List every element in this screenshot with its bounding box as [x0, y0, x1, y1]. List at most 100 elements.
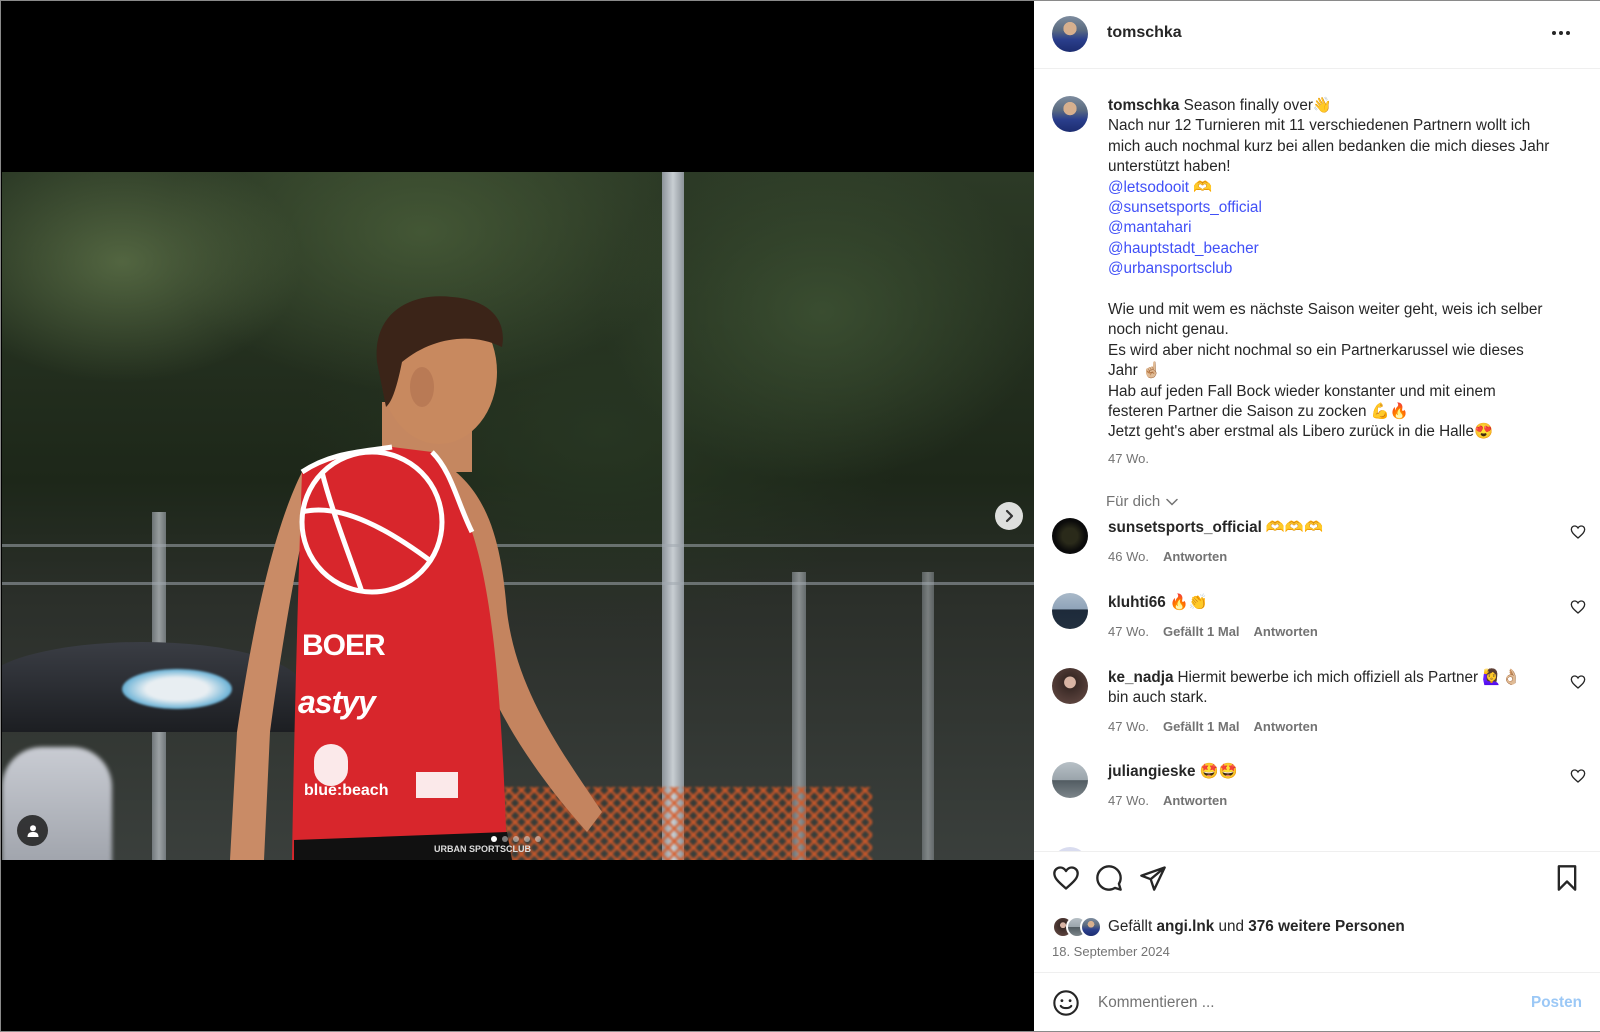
comment-username[interactable]: juliangieske — [1108, 763, 1196, 780]
post-header: tomschka — [1034, 1, 1600, 69]
comment-username[interactable]: sunsetsports_official — [1108, 519, 1262, 536]
caption-text: Season finally over👋 — [1183, 97, 1332, 114]
avatar[interactable] — [1052, 518, 1088, 554]
caption-text: noch nicht genau. — [1108, 321, 1229, 339]
post-author-username[interactable]: tomschka — [1107, 24, 1182, 42]
post-media: BOER astyy blue:beach URBAN SPORTSCLUB — [2, 1, 1034, 1031]
next-slide-button[interactable] — [995, 502, 1023, 530]
heart-icon[interactable] — [1570, 524, 1586, 540]
avatar[interactable] — [1052, 96, 1088, 132]
carousel-dot — [524, 836, 530, 842]
comment-meta: 47 Wo. Gefällt 1 Mal Antworten — [1108, 624, 1318, 639]
comment-timestamp[interactable]: 46 Wo. — [1108, 549, 1149, 564]
avatar — [1080, 916, 1102, 938]
smiley-icon[interactable] — [1052, 989, 1080, 1017]
jersey-text: blue:beach — [304, 782, 389, 799]
comment-body: kluhti66 🔥👏 — [1108, 593, 1538, 613]
comment-bubble-icon[interactable] — [1095, 864, 1123, 892]
likes-joiner: und — [1218, 918, 1245, 935]
comment-input[interactable] — [1098, 990, 1498, 1016]
likes-prefix: Gefällt — [1108, 918, 1153, 935]
comment-timestamp[interactable]: 47 Wo. — [1108, 793, 1149, 808]
comment-sort-label: Für dich — [1106, 493, 1161, 510]
reply-button[interactable]: Antworten — [1254, 719, 1318, 734]
jersey-text: astyy — [298, 684, 376, 720]
comment-meta: 46 Wo. Antworten — [1108, 549, 1227, 564]
mention-link[interactable]: @mantahari — [1108, 218, 1588, 238]
comment-sort-dropdown[interactable]: Für dich — [1106, 493, 1178, 510]
mention-link[interactable]: @sunsetsports_official — [1108, 198, 1588, 218]
likes-summary: Gefällt angi.lnk und 376 weitere Persone… — [1052, 916, 1405, 938]
likes-count[interactable]: 376 weitere Personen — [1248, 918, 1404, 935]
shorts-text: URBAN SPORTSCLUB — [434, 844, 532, 854]
comment-likes[interactable]: Gefällt 1 Mal — [1163, 719, 1240, 734]
avatar[interactable] — [1052, 16, 1088, 52]
caption-username[interactable]: tomschka — [1108, 97, 1179, 114]
mention-link[interactable]: @urbansportsclub — [1108, 259, 1588, 279]
heart-icon[interactable] — [1570, 674, 1586, 690]
avatar[interactable] — [1052, 593, 1088, 629]
caption-text: mich auch nochmal kurz bei allen bedanke… — [1108, 137, 1550, 155]
caption-timestamp[interactable]: 47 Wo. — [1108, 451, 1149, 466]
caption-text: Jahr ☝🏼 — [1108, 362, 1162, 380]
mention-link[interactable]: @letsodooit 🫶 — [1108, 178, 1588, 198]
carousel-dot — [535, 836, 541, 842]
heart-icon[interactable] — [1052, 864, 1080, 892]
comment-body: juliangieske 🤩🤩 — [1108, 762, 1538, 782]
comment-item: sunsetsports_official 🫶🫶🫶 46 Wo. Antworte… — [1034, 518, 1600, 578]
comment-body: sunsetsports_official 🫶🫶🫶 — [1108, 518, 1538, 538]
chevron-down-icon — [1166, 498, 1178, 506]
person-icon — [27, 824, 38, 837]
likes-text: Gefällt angi.lnk und 376 weitere Persone… — [1108, 918, 1405, 936]
comment-timestamp[interactable]: 47 Wo. — [1108, 624, 1149, 639]
avatar[interactable] — [1052, 762, 1088, 798]
comment-text: 🔥👏 — [1169, 594, 1208, 611]
caption-text: unterstützt haben! — [1108, 158, 1231, 176]
comments-list[interactable]: tomschka Season finally over👋 Nach nur 1… — [1034, 70, 1600, 851]
heart-icon[interactable] — [1570, 768, 1586, 784]
reply-button[interactable]: Antworten — [1254, 624, 1318, 639]
paper-plane-icon[interactable] — [1139, 864, 1167, 892]
comment-text: 🫶🫶🫶 — [1265, 519, 1323, 536]
athlete-figure — [230, 296, 602, 860]
caption-text: Es wird aber nicht nochmal so ein Partne… — [1108, 341, 1524, 359]
comment-composer: Posten — [1034, 972, 1600, 1031]
avatar[interactable] — [1052, 668, 1088, 704]
heart-icon[interactable] — [1570, 599, 1586, 615]
jersey-text: BOER — [302, 629, 386, 662]
carousel-dot — [491, 836, 497, 842]
comment-meta: 47 Wo. Antworten — [1108, 793, 1227, 808]
chevron-right-icon — [1005, 509, 1014, 523]
comment-item: juliangieske 🤩🤩 47 Wo. Antworten — [1034, 762, 1600, 822]
reply-button[interactable]: Antworten — [1163, 793, 1227, 808]
post-side-panel: tomschka tomschka Season finally over👋 N… — [1034, 1, 1600, 1031]
post-actions: Gefällt angi.lnk und 376 weitere Persone… — [1034, 851, 1600, 971]
more-horizontal-icon — [1552, 31, 1570, 35]
caption-first-line: tomschka Season finally over👋 — [1108, 96, 1588, 116]
comment-username[interactable]: ke_nadja — [1108, 669, 1173, 686]
liker-username[interactable]: angi.lnk — [1156, 918, 1214, 935]
post-date[interactable]: 18. September 2024 — [1052, 944, 1170, 959]
post-modal: BOER astyy blue:beach URBAN SPORTSCLUB t… — [0, 0, 1600, 1032]
reply-button[interactable]: Antworten — [1163, 549, 1227, 564]
carousel-dot — [502, 836, 508, 842]
comment-meta: 47 Wo. Gefällt 1 Mal Antworten — [1108, 719, 1318, 734]
bookmark-icon[interactable] — [1553, 864, 1581, 892]
caption-text: Wie und mit wem es nächste Saison weiter… — [1108, 301, 1543, 319]
caption-text: Jetzt geht's aber erstmal als Libero zur… — [1108, 423, 1494, 441]
comment-timestamp[interactable]: 47 Wo. — [1108, 719, 1149, 734]
comment-username[interactable]: kluhti66 — [1108, 594, 1166, 611]
user-tags-button[interactable] — [17, 815, 48, 846]
caption-text: Nach nur 12 Turnieren mit 11 verschieden… — [1108, 117, 1531, 135]
comment-body: ke_nadja Hiermit bewerbe ich mich offizie… — [1108, 668, 1538, 709]
comment-item: ke_nadja Hiermit bewerbe ich mich offizie… — [1034, 668, 1600, 748]
post-comment-button[interactable]: Posten — [1531, 994, 1582, 1012]
comment-likes[interactable]: Gefällt 1 Mal — [1163, 624, 1240, 639]
caption-text: festeren Partner die Saison zu zocken 💪🔥 — [1108, 403, 1409, 421]
carousel-indicator — [491, 836, 541, 842]
comment-item: kluhti66 🔥👏 47 Wo. Gefällt 1 Mal Antworte… — [1034, 593, 1600, 653]
mention-link[interactable]: @hauptstadt_beacher — [1108, 239, 1588, 259]
more-options-button[interactable] — [1546, 21, 1576, 45]
caption-text: Hab auf jeden Fall Bock wieder konstante… — [1108, 382, 1496, 400]
